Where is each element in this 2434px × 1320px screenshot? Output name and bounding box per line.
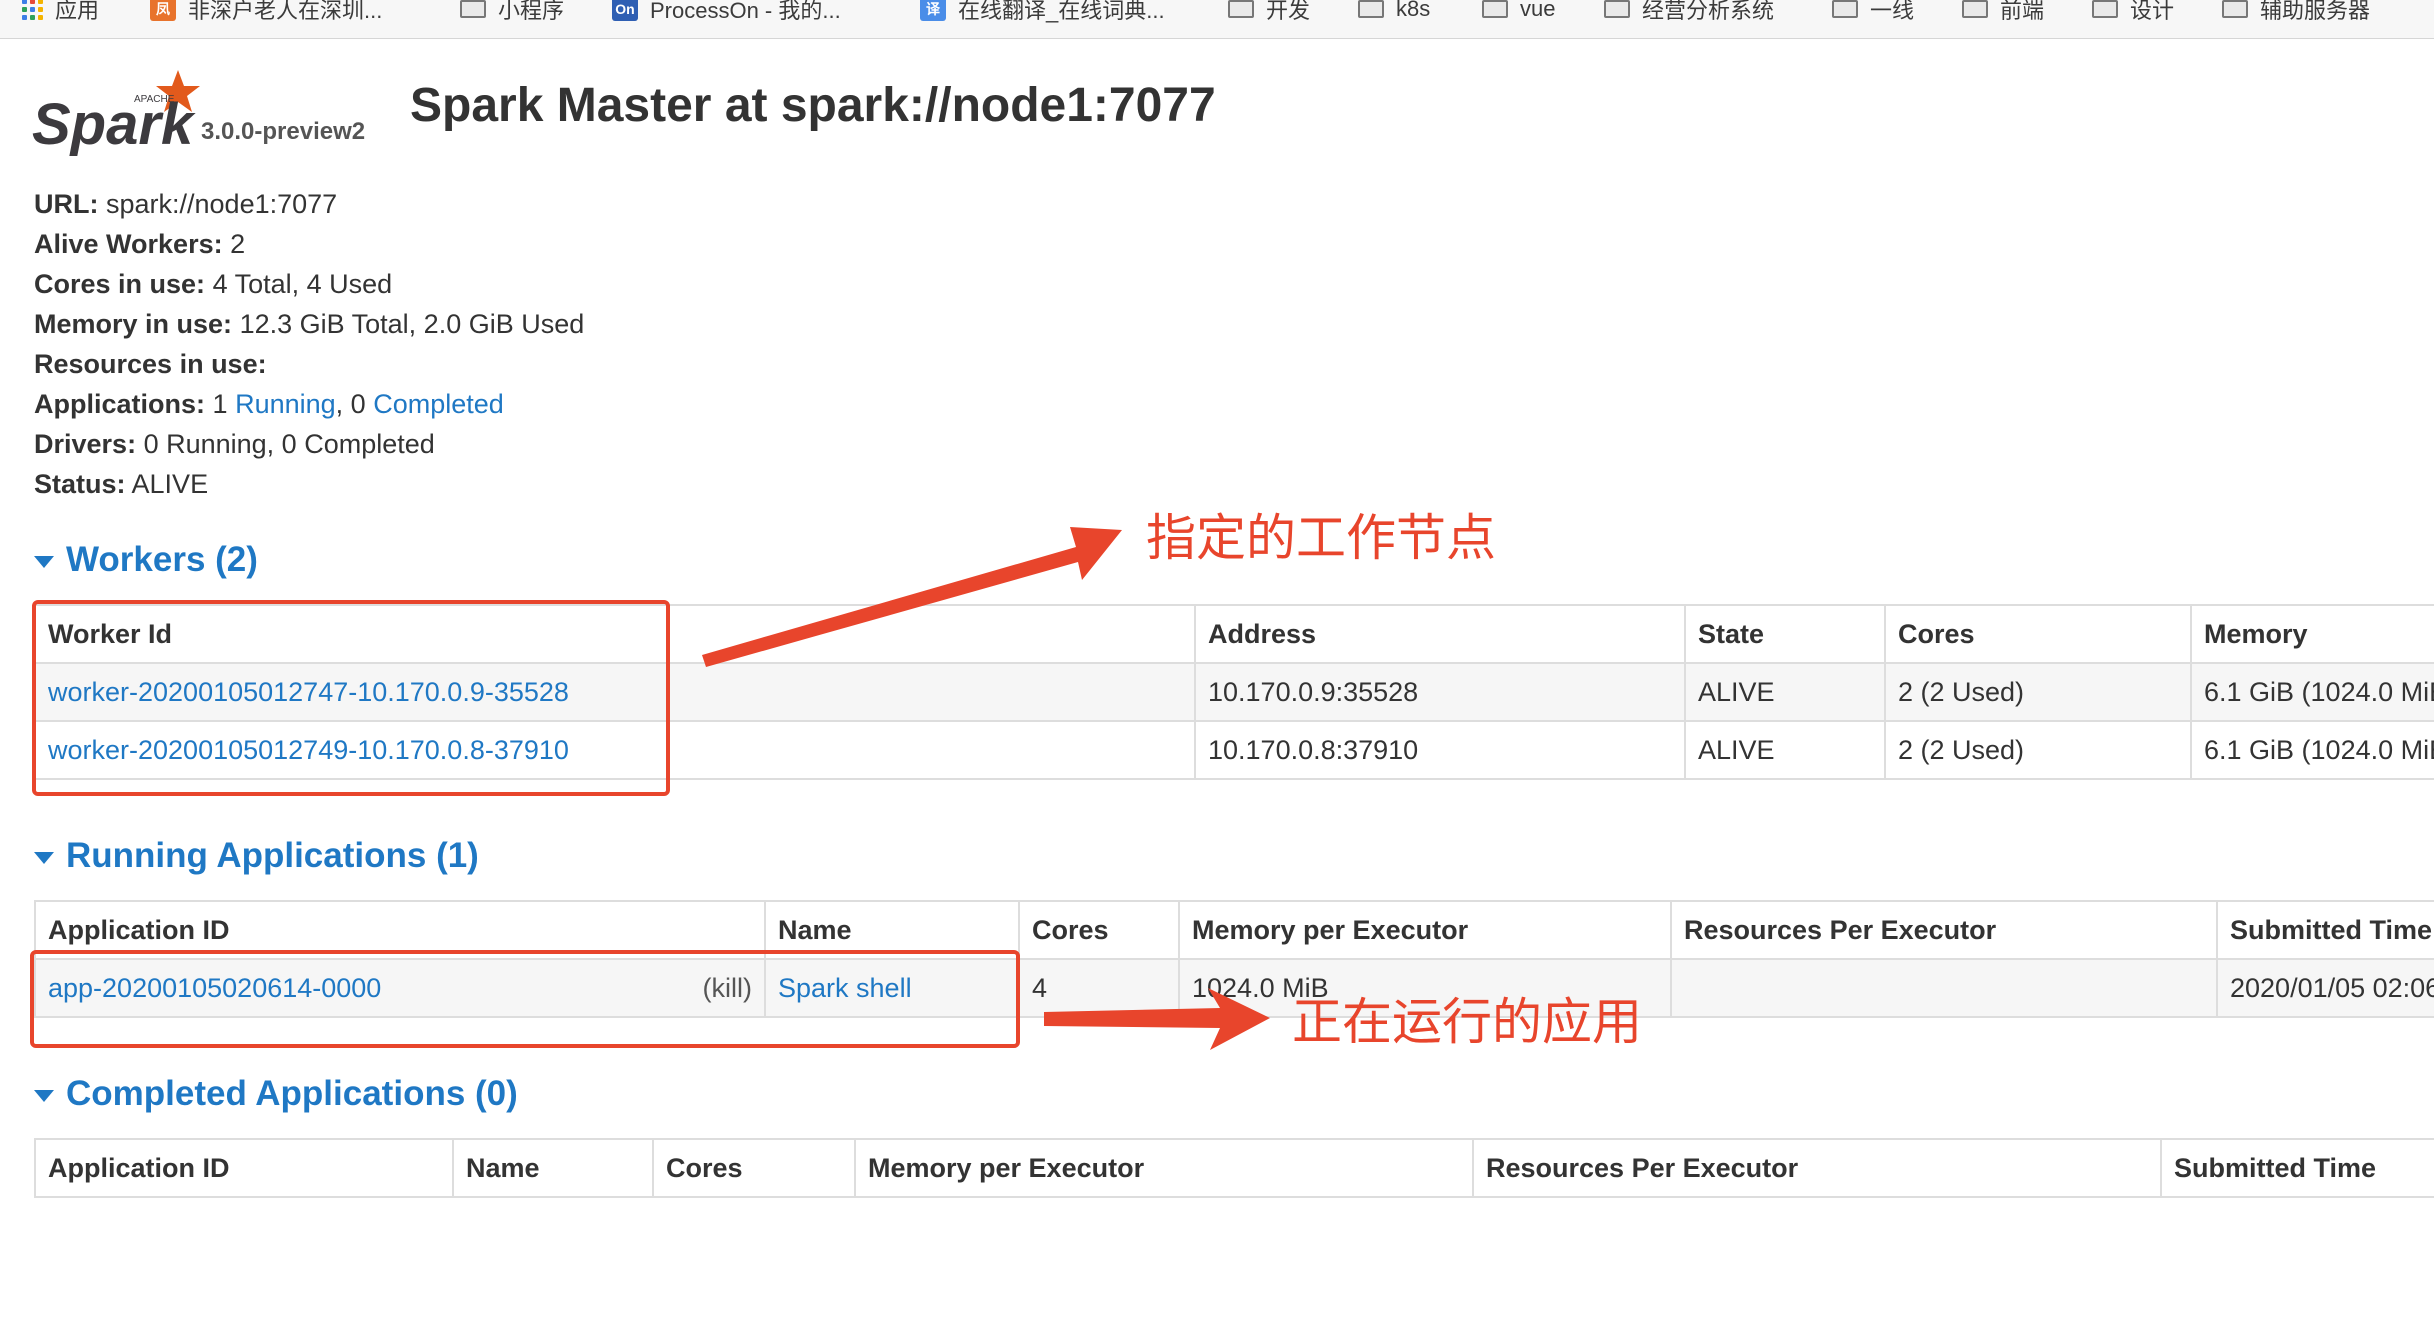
workers-annotation-note: 指定的工作节点 [1146,509,1496,567]
apps-arrow-icon [1044,988,1270,1050]
annotation-arrows [702,527,1270,1050]
apps-annotation-note: 正在运行的应用 [1292,993,1642,1051]
workers-arrow-icon [702,527,1122,667]
